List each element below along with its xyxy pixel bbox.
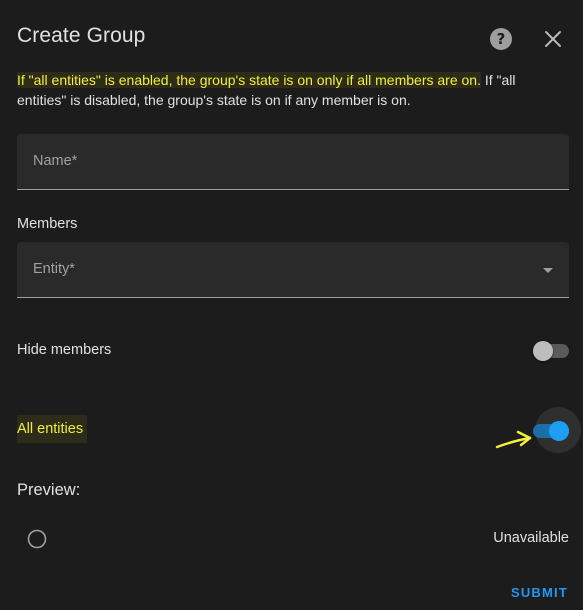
preview-state: Unavailable	[493, 530, 569, 546]
dropdown-arrow-icon[interactable]	[543, 268, 553, 273]
dialog-title: Create Group	[17, 24, 146, 47]
annotation-arrow-icon	[495, 430, 532, 449]
entity-picker[interactable]: Entity*	[17, 242, 569, 298]
hide-members-switch-thumb	[533, 341, 553, 361]
hide-members-switch[interactable]	[533, 341, 569, 361]
close-button[interactable]	[541, 27, 565, 51]
members-label: Members	[17, 216, 78, 232]
entity-field-label: Entity*	[33, 261, 75, 277]
preview-title: Preview:	[17, 481, 81, 499]
description-highlighted: If "all entities" is enabled, the group'…	[17, 72, 481, 88]
create-group-dialog: Create Group ? If "all entities" is enab…	[0, 0, 583, 610]
name-field-label: Name*	[33, 153, 78, 169]
all-entities-switch[interactable]	[533, 421, 569, 441]
all-entities-label: All entities	[17, 415, 88, 443]
submit-button[interactable]: SUBMIT	[511, 585, 568, 600]
group-description: If "all entities" is enabled, the group'…	[17, 70, 567, 110]
circle-outline-icon	[27, 529, 47, 549]
hide-members-label: Hide members	[17, 342, 112, 358]
help-button[interactable]: ?	[490, 28, 512, 50]
all-entities-switch-thumb	[549, 421, 569, 441]
name-field[interactable]: Name*	[17, 134, 569, 190]
question-circle-icon: ?	[496, 29, 506, 48]
close-icon	[545, 31, 561, 47]
